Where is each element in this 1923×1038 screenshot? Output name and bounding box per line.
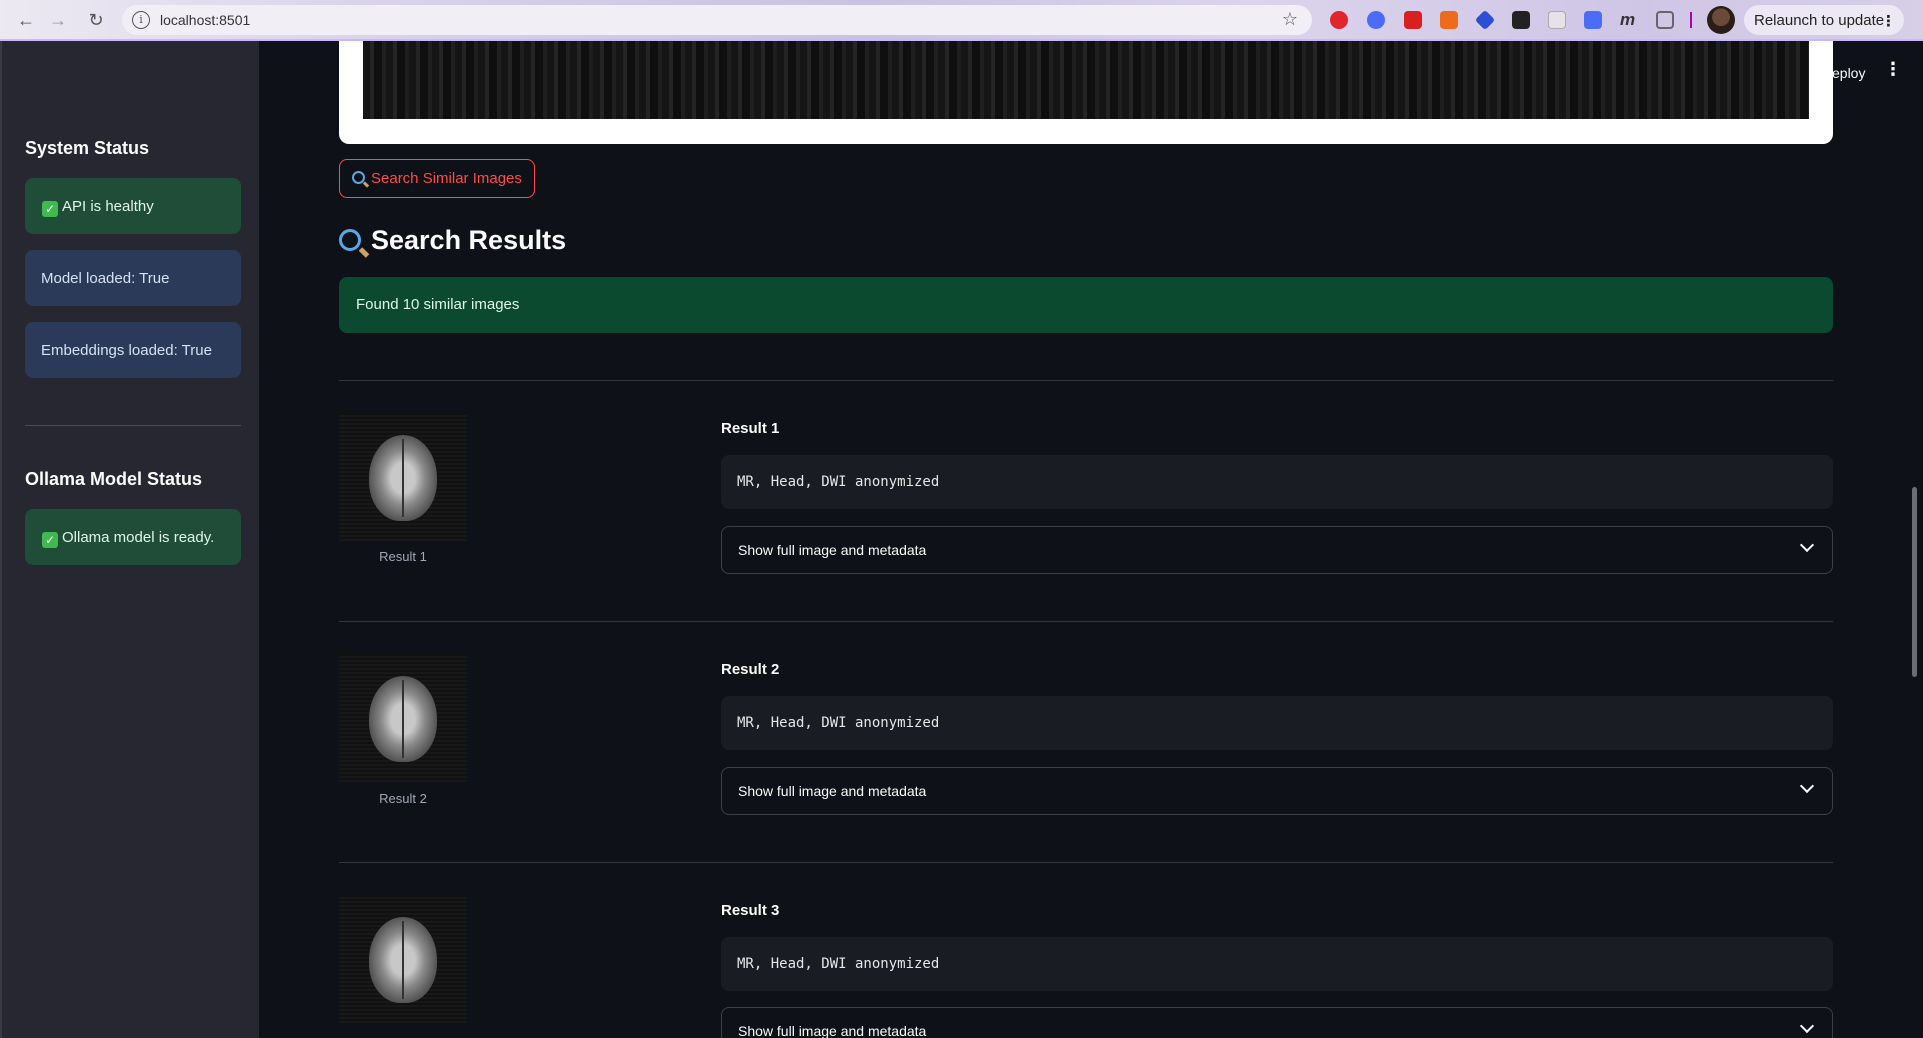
search-similar-button[interactable]: Search Similar Images [339, 159, 535, 198]
ollama-status-title: Ollama Model Status [25, 469, 203, 489]
query-image-frame [339, 41, 1833, 144]
result-caption: Result 2 [379, 791, 427, 806]
ollama-status-box: ✓ Ollama model is ready. [25, 509, 241, 565]
result-caption: Result 1 [379, 549, 427, 564]
browser-toolbar: ← → ↻ i localhost:8501 ☆ m Relaunch to u… [0, 0, 1923, 41]
adblock-icon[interactable] [1330, 11, 1348, 29]
relaunch-button[interactable]: Relaunch to update ⋮ [1744, 5, 1904, 35]
magnifier-icon [352, 171, 365, 184]
result-thumbnail[interactable] [339, 654, 467, 782]
app-menu-icon[interactable]: ⋮ [1884, 59, 1902, 80]
search-similar-label: Search Similar Images [371, 170, 522, 187]
results-heading-text: Search Results [371, 225, 567, 255]
url-text[interactable]: localhost:8501 [160, 12, 250, 28]
profile-avatar[interactable] [1707, 6, 1735, 34]
sync-icon[interactable] [1367, 11, 1385, 29]
back-icon[interactable]: ← [14, 8, 38, 32]
show-metadata-expander[interactable]: Show full image and metadata [721, 526, 1833, 574]
ollama-status-text: Ollama model is ready. [62, 529, 215, 546]
browser-menu-icon[interactable]: ⋮ [1881, 12, 1896, 30]
show-metadata-expander[interactable]: Show full image and metadata [721, 767, 1833, 815]
result-title: Result 1 [721, 420, 780, 437]
show-metadata-expander[interactable]: Show full image and metadata [721, 1007, 1833, 1038]
result-description: MR, Head, DWI anonymized [721, 696, 1833, 750]
diamond-icon[interactable] [1474, 9, 1496, 31]
model-loaded-box: Model loaded: True [25, 250, 241, 306]
expander-label: Show full image and metadata [738, 542, 927, 558]
translate-icon[interactable] [1584, 11, 1602, 29]
result-thumbnail[interactable] [339, 413, 467, 541]
system-status-title: System Status [25, 138, 150, 158]
sc-icon[interactable] [1440, 11, 1458, 29]
forward-icon[interactable]: → [46, 8, 70, 32]
expander-label: Show full image and metadata [738, 1023, 927, 1038]
puzzle-icon[interactable] [1656, 11, 1674, 29]
reload-icon[interactable]: ↻ [84, 8, 108, 32]
deploy-button[interactable]: eploy [1832, 65, 1865, 81]
brain-scan-image [369, 676, 437, 762]
model-loaded-text: Model loaded: True [41, 270, 170, 287]
doc-icon[interactable] [1548, 11, 1566, 29]
check-icon: ✓ [42, 201, 58, 217]
separator [1690, 12, 1692, 28]
w-icon[interactable] [1512, 11, 1530, 29]
chevron-down-icon [1799, 1018, 1815, 1034]
chevron-down-icon [1799, 778, 1815, 794]
found-message: Found 10 similar images [339, 277, 1833, 333]
scrollbar-thumb[interactable] [1912, 487, 1917, 677]
result-description: MR, Head, DWI anonymized [721, 455, 1833, 509]
api-status-text: API is healthy [62, 198, 154, 215]
results-heading: Search Results [339, 225, 566, 256]
result-description: MR, Head, DWI anonymized [721, 937, 1833, 991]
result-divider [339, 621, 1833, 622]
red-square-icon[interactable] [1404, 11, 1422, 29]
result-divider [339, 380, 1833, 381]
embeddings-loaded-box: Embeddings loaded: True [25, 322, 241, 378]
sidebar-divider [25, 425, 241, 426]
brain-scan-image [369, 917, 437, 1003]
result-divider [339, 862, 1833, 863]
sidebar: System Status ✓ API is healthy Model load… [0, 41, 259, 1038]
chevron-down-icon [1799, 537, 1815, 553]
api-status-box: ✓ API is healthy [25, 178, 241, 234]
site-info-icon[interactable]: i [132, 11, 150, 29]
main-content: eploy ⋮ Search Similar Images Search Res… [259, 41, 1923, 1038]
check-icon: ✓ [42, 532, 58, 548]
brain-scan-image [369, 435, 437, 521]
expander-label: Show full image and metadata [738, 783, 927, 799]
result-title: Result 3 [721, 902, 780, 919]
relaunch-label: Relaunch to update [1754, 12, 1885, 29]
magnifier-icon [339, 229, 361, 251]
m-icon[interactable]: m [1620, 11, 1638, 29]
address-bar[interactable]: i localhost:8501 ☆ [122, 5, 1312, 35]
bookmark-star-icon[interactable]: ☆ [1282, 9, 1298, 30]
result-thumbnail[interactable] [339, 895, 467, 1023]
query-image [363, 41, 1809, 119]
result-title: Result 2 [721, 661, 780, 678]
embeddings-loaded-text: Embeddings loaded: True [41, 342, 212, 359]
